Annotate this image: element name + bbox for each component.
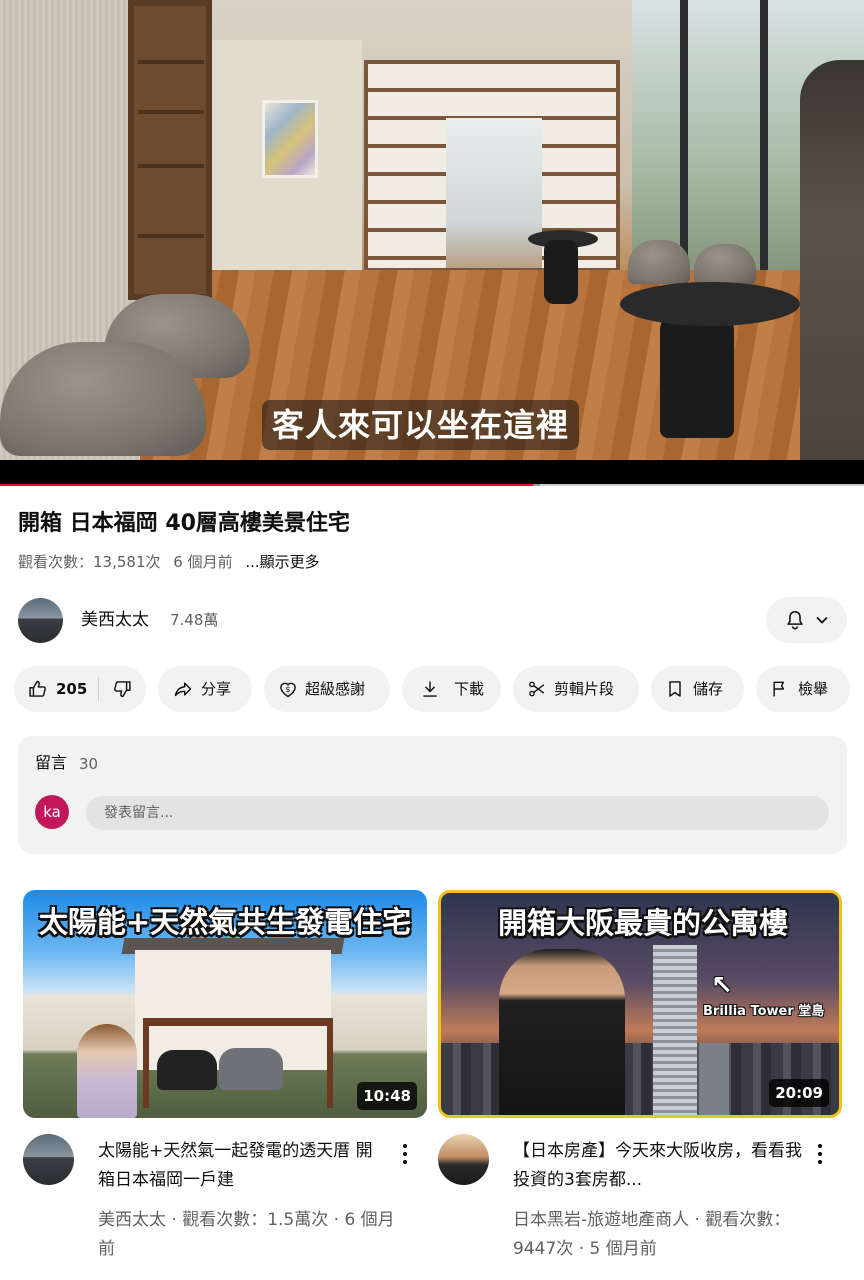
video-duration: 10:48: [357, 1082, 417, 1110]
clip-button[interactable]: 剪輯片段: [513, 666, 639, 712]
video-card-title[interactable]: 太陽能+天然氣一起發電的透天厝 開箱日本福岡一戶建: [98, 1137, 388, 1195]
scissors-icon: [529, 681, 545, 697]
thumbnail-title: 開箱大阪最貴的公寓樓: [497, 906, 788, 940]
share-icon: [174, 682, 192, 697]
bookmark-icon: [669, 681, 681, 697]
save-label: 儲存: [693, 680, 724, 698]
super-thanks-label: 超級感謝: [305, 680, 366, 698]
comments-count: 30: [79, 755, 99, 773]
super-thanks-icon: $: [280, 682, 296, 698]
view-count: 觀看次數：13,581次: [18, 553, 161, 571]
channel-avatar[interactable]: [18, 598, 63, 643]
video-card-meta: 美西太太 · 觀看次數：1.5萬次 · 6 個月前: [98, 1210, 395, 1259]
channel-avatar[interactable]: [438, 1134, 489, 1185]
lounge-chair: [0, 342, 206, 456]
svg-text:$: $: [286, 685, 291, 694]
upload-age: 6 個月前: [173, 553, 233, 571]
comments-label: 留言: [35, 753, 68, 772]
comments-panel[interactable]: 留言 30 ka 發表留言...: [18, 736, 847, 854]
clip-label: 剪輯片段: [554, 680, 615, 698]
download-label: 下載: [454, 680, 485, 698]
flag-icon: [773, 681, 785, 697]
thumbnail-host: [77, 1024, 137, 1118]
dislike-button[interactable]: [99, 666, 146, 712]
video-meta[interactable]: 觀看次數：13,581次 6 個月前 ...顯示更多: [18, 551, 328, 573]
wall-painting: [262, 100, 318, 178]
channel-name[interactable]: 美西太太: [81, 608, 149, 632]
thumbnail-car: [219, 1048, 283, 1090]
super-thanks-button[interactable]: $ 超級感謝: [264, 666, 390, 712]
bell-icon: [787, 610, 803, 630]
video-title: 開箱 日本福岡 40層高樓美景住宅: [18, 511, 350, 536]
share-label: 分享: [201, 680, 232, 698]
show-more-link[interactable]: ...顯示更多: [245, 553, 319, 571]
video-duration: 20:09: [769, 1079, 829, 1107]
save-button[interactable]: 儲存: [651, 666, 744, 712]
download-button[interactable]: 下載: [402, 666, 501, 712]
video-card-title[interactable]: 【日本房產】今天來大阪收房，看看我投資的3套房都...: [513, 1137, 803, 1195]
doorway: [446, 118, 542, 268]
report-button[interactable]: 檢舉: [756, 666, 850, 712]
download-icon: [423, 681, 437, 697]
thumbnail-car: [157, 1050, 217, 1090]
thumbnail-tower: [653, 945, 697, 1115]
notification-button[interactable]: [766, 597, 847, 643]
report-label: 檢舉: [798, 680, 829, 698]
share-button[interactable]: 分享: [158, 666, 252, 712]
user-avatar: ka: [35, 795, 69, 829]
arrow-icon: ↖: [711, 971, 733, 1001]
dining-chair: [694, 244, 756, 284]
like-count: 205: [56, 680, 88, 698]
thumbnail-tag: Brillia Tower 堂島: [703, 1004, 825, 1019]
chevron-down-icon: [816, 616, 828, 624]
video-thumbnail[interactable]: ↖ Brillia Tower 堂島 開箱大阪最貴的公寓樓 20:09: [438, 890, 842, 1118]
more-options-icon[interactable]: [397, 1142, 413, 1170]
subscriber-count: 7.48萬: [170, 611, 219, 629]
comment-input[interactable]: 發表留言...: [86, 796, 829, 830]
video-subtitle: 客人來可以坐在這裡: [262, 400, 580, 450]
video-thumbnail[interactable]: 太陽能+天然氣共生發電住宅 10:48: [23, 890, 427, 1118]
video-card-meta: 日本黑岩-旅遊地產商人 · 觀看次數：9447次 · 5 個月前: [513, 1210, 791, 1259]
thumbnail-title: 太陽能+天然氣共生發電住宅: [38, 905, 412, 939]
thumbnail-host: [499, 949, 625, 1115]
channel-avatar[interactable]: [23, 1134, 74, 1185]
progress-played: [0, 484, 534, 486]
more-options-icon[interactable]: [812, 1142, 828, 1170]
video-frame[interactable]: 客人來可以坐在這裡: [0, 0, 864, 460]
video-player[interactable]: 客人來可以坐在這裡: [0, 0, 864, 486]
channel-row: 美西太太 7.48萬: [18, 597, 847, 645]
progress-bar[interactable]: [0, 484, 864, 486]
like-dislike-group: 205: [14, 666, 146, 712]
recommended-video[interactable]: ↖ Brillia Tower 堂島 開箱大阪最貴的公寓樓 20:09 【日本房…: [438, 890, 842, 1270]
presenter: [800, 60, 864, 460]
like-button[interactable]: 205: [14, 666, 98, 712]
progress-buffer: [533, 484, 540, 486]
thumbs-up-icon: [29, 680, 46, 697]
round-table: [620, 282, 800, 326]
recommended-video[interactable]: 太陽能+天然氣共生發電住宅 10:48 太陽能+天然氣一起發電的透天厝 開箱日本…: [23, 890, 427, 1270]
left-bookshelf: [128, 0, 212, 300]
thumbs-down-icon: [114, 681, 131, 698]
round-table-base: [660, 310, 734, 438]
dining-chair: [628, 240, 690, 284]
